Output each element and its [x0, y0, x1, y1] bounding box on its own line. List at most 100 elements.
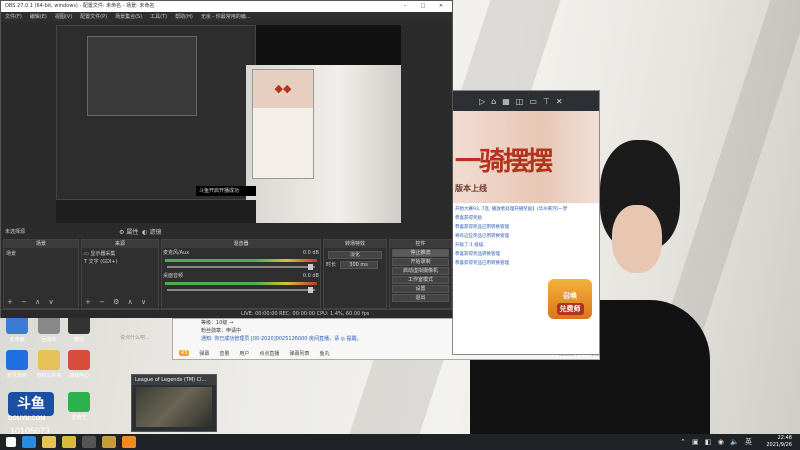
preview-taskbar [56, 200, 256, 223]
close-icon[interactable]: ✕ [556, 97, 563, 106]
desktop-icon-game[interactable]: 游戏中心 [62, 350, 96, 379]
settings-button[interactable]: 设置 [392, 285, 449, 293]
play-icon[interactable]: ▷ [479, 97, 485, 106]
chat-message: 将有这些奖品已用转换管理 [455, 234, 509, 239]
chat-input[interactable]: 说点什么吧... [120, 334, 220, 341]
transition-select[interactable]: 淡化 [328, 251, 382, 259]
tool-list[interactable]: 弹幕列表 [289, 350, 309, 357]
windows-start-icon[interactable] [6, 437, 16, 447]
desktop-icon-recycle[interactable]: 回收站 [32, 314, 66, 343]
preview-chat-popup: ◆◆ [252, 69, 314, 179]
ad-badge[interactable]: 召唤 兑费师 [548, 279, 592, 319]
chat-message: 恭喜获得奖励 [455, 216, 482, 221]
stop-streaming-button[interactable]: 停止推流 [392, 249, 449, 257]
tool-user[interactable]: 用户 [239, 350, 249, 357]
desktop-icon-wechat[interactable]: 微信 [62, 314, 96, 343]
mic-level-meter [165, 259, 317, 262]
studio-mode-button[interactable]: 工作室模式 [392, 276, 449, 284]
system-tray[interactable]: ⌃ ▣ ◧ ◉ 🔈 英 [680, 437, 754, 447]
source-controls: ⚙ 属性 ◐ 滤镜 [119, 227, 161, 236]
file-explorer-icon[interactable] [42, 436, 56, 448]
gamepad-icon[interactable]: ◫ [516, 97, 524, 106]
lol-window-preview [136, 387, 212, 427]
source-item[interactable]: T 文字 (GDI+) [84, 258, 156, 266]
desktop-icon-computer[interactable]: 此电脑 [0, 314, 34, 343]
minimize-icon[interactable]: – [396, 1, 414, 12]
menu-extra[interactable]: 无余 - 你最常用的编... [201, 12, 251, 22]
obs-docks: 场景 场景 + − ∧ ∨ 来源 ▭ 显示器采集 T 文字 (GDI+) + −… [1, 239, 454, 309]
chat-message: 恭喜获得奖品已用转换管理 [455, 225, 509, 230]
menu-profile[interactable]: 配置文件(P) [80, 12, 107, 22]
obs-title-bar: OBS 27.0.1 (64-bit, windows) - 配置文件: 未命名… [1, 1, 452, 12]
desktop-icon-bluetooth[interactable]: 蓝牙软件 [0, 350, 34, 379]
mixer-dock: 混音器 麦克风/Aux 0.0 dB 桌面音频 0.0 dB [161, 239, 321, 309]
pin-icon[interactable]: ⊤ [543, 97, 550, 106]
folder-icon [38, 350, 60, 370]
edge-icon[interactable] [22, 436, 36, 448]
filters-button[interactable]: 滤镜 [149, 229, 161, 236]
clock[interactable]: 22:48 2021/9/26 [766, 435, 792, 449]
sources-dock: 来源 ▭ 显示器采集 T 文字 (GDI+) + − ⚙ ∧ ∨ [81, 239, 159, 309]
obs-icon[interactable] [82, 436, 96, 448]
lol-window-thumbnail[interactable]: League of Legends (TM) Cl... [131, 374, 217, 432]
chat-message: 升级了:1 级级, [455, 243, 485, 248]
maximize-icon[interactable]: □ [414, 1, 432, 12]
source-controls[interactable]: + − ⚙ ∧ ∨ [85, 298, 149, 306]
douyu-site: DOUYU.COM [8, 416, 46, 422]
tool-volume[interactable]: 音量 [219, 350, 229, 357]
window-icon[interactable]: ▭ [529, 97, 537, 106]
menu-view[interactable]: 视图(V) [55, 12, 72, 22]
desktop-icon-folder[interactable]: 资料文件夹 [32, 350, 66, 379]
desktop-volume-slider[interactable] [167, 287, 315, 293]
lol-window-title: League of Legends (TM) Cl... [132, 375, 216, 385]
obs-menu-bar: 文件(F) 编辑(E) 视图(V) 配置文件(P) 场景集合(S) 工具(T) … [1, 12, 452, 22]
desktop-icon-iqiyi[interactable]: 爱奇艺 [62, 392, 96, 421]
chat-message: 恭喜获得奖品转换管理 [455, 252, 500, 257]
tool-fishball[interactable]: 鱼丸 [319, 350, 329, 357]
tool-live[interactable]: 点点直播 [259, 350, 279, 357]
menu-help[interactable]: 帮助(H) [175, 12, 193, 22]
monitor-icon: ▭ [84, 251, 89, 257]
text-icon: T [84, 259, 88, 265]
virtual-camera-button[interactable]: 启动虚拟摄像机 [392, 267, 449, 275]
preview-nested-obs [87, 36, 197, 116]
home-icon[interactable]: ⌂ [491, 97, 496, 106]
menu-tools[interactable]: 工具(T) [150, 12, 167, 22]
source-item[interactable]: ▭ 显示器采集 [84, 250, 156, 258]
chat-toolbar-top: ▷ ⌂ ▦ ◫ ▭ ⊤ ✕ [453, 91, 599, 111]
scene-controls[interactable]: + − ∧ ∨ [7, 298, 57, 306]
chat-message: 开始大赛93, 7连, 播放者处理开播奖励】(华州黄河)一梦 [455, 207, 568, 212]
menu-file[interactable]: 文件(F) [5, 12, 22, 22]
obs-window: OBS 27.0.1 (64-bit, windows) - 配置文件: 未命名… [0, 0, 453, 318]
desktop-level-meter [165, 282, 317, 285]
preview-overlay-text: 斗鱼开启开播成功 [196, 186, 256, 196]
properties-button[interactable]: 属性 [126, 229, 138, 236]
game-icon [68, 350, 90, 370]
scenes-dock: 场景 场景 + − ∧ ∨ [3, 239, 79, 309]
scene-item[interactable]: 场景 [6, 250, 76, 258]
mic-volume-slider[interactable] [167, 264, 315, 270]
chat-message: 恭喜获得奖品已用转换管理 [455, 261, 509, 266]
obs-status-bar: LIVE: 00:00:00 REC: 00:00:00 CPU: 1.4%, … [1, 309, 452, 318]
filter-icon[interactable]: ◐ [142, 229, 147, 236]
chat-window: ▷ ⌂ ▦ ◫ ▭ ⊤ ✕ 一骑摆摆 版本上线 开始大赛93, 7连, 播放者处… [452, 90, 600, 355]
douyu-icon[interactable] [122, 436, 136, 448]
duration-input[interactable]: 300 ms [339, 261, 378, 269]
obs-preview[interactable]: ◆◆ 斗鱼开启开播成功 [56, 25, 401, 223]
tool-danmaku[interactable]: 弹幕 [199, 350, 209, 357]
preview-desktop [56, 25, 256, 200]
league-icon[interactable] [102, 436, 116, 448]
exit-button[interactable]: 退出 [392, 294, 449, 302]
controls-dock: 控件 停止推流 开始录制 启动虚拟摄像机 工作室模式 设置 退出 [389, 239, 452, 309]
chrome-icon[interactable] [62, 436, 76, 448]
douyu-logo: 斗鱼 [8, 392, 54, 416]
grid-icon[interactable]: ▦ [502, 97, 510, 106]
menu-scene-collection[interactable]: 场景集合(S) [115, 12, 142, 22]
start-recording-button[interactable]: 开始录制 [392, 258, 449, 266]
bluetooth-icon [6, 350, 28, 370]
menu-edit[interactable]: 编辑(E) [30, 12, 47, 22]
event-banner[interactable]: 一骑摆摆 版本上线 [453, 111, 599, 203]
gear-icon[interactable]: ⚙ [119, 229, 124, 236]
level-badge: 43 [179, 350, 190, 356]
close-icon[interactable]: ✕ [432, 1, 450, 12]
